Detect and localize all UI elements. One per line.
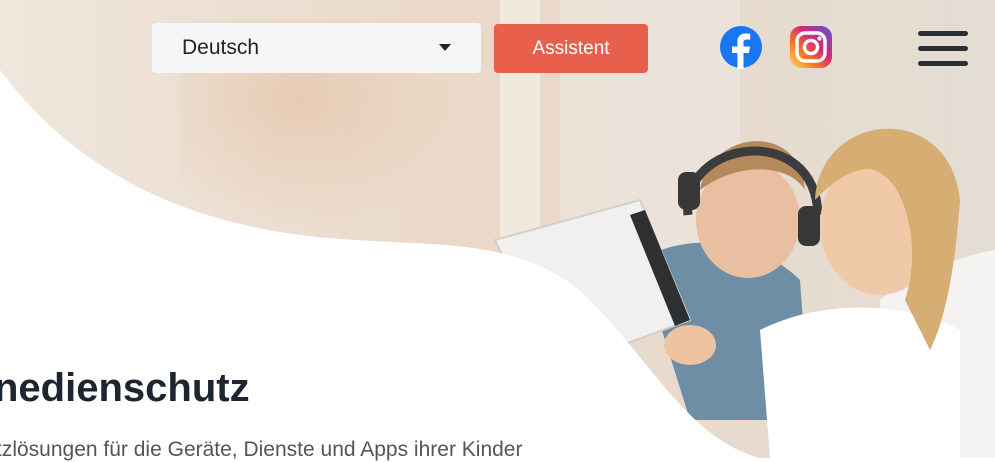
hamburger-menu-icon[interactable] [918, 29, 970, 69]
language-select[interactable]: Deutsch [152, 23, 481, 73]
language-select-value: Deutsch [182, 36, 260, 59]
facebook-icon[interactable] [719, 25, 763, 69]
instagram-icon[interactable] [789, 25, 833, 69]
page-title: nedienschutz [0, 366, 250, 410]
page-subtitle: tzlösungen für die Geräte, Dienste und A… [0, 438, 523, 461]
chevron-down-icon [439, 44, 451, 51]
assistant-button[interactable]: Assistent [494, 24, 648, 73]
